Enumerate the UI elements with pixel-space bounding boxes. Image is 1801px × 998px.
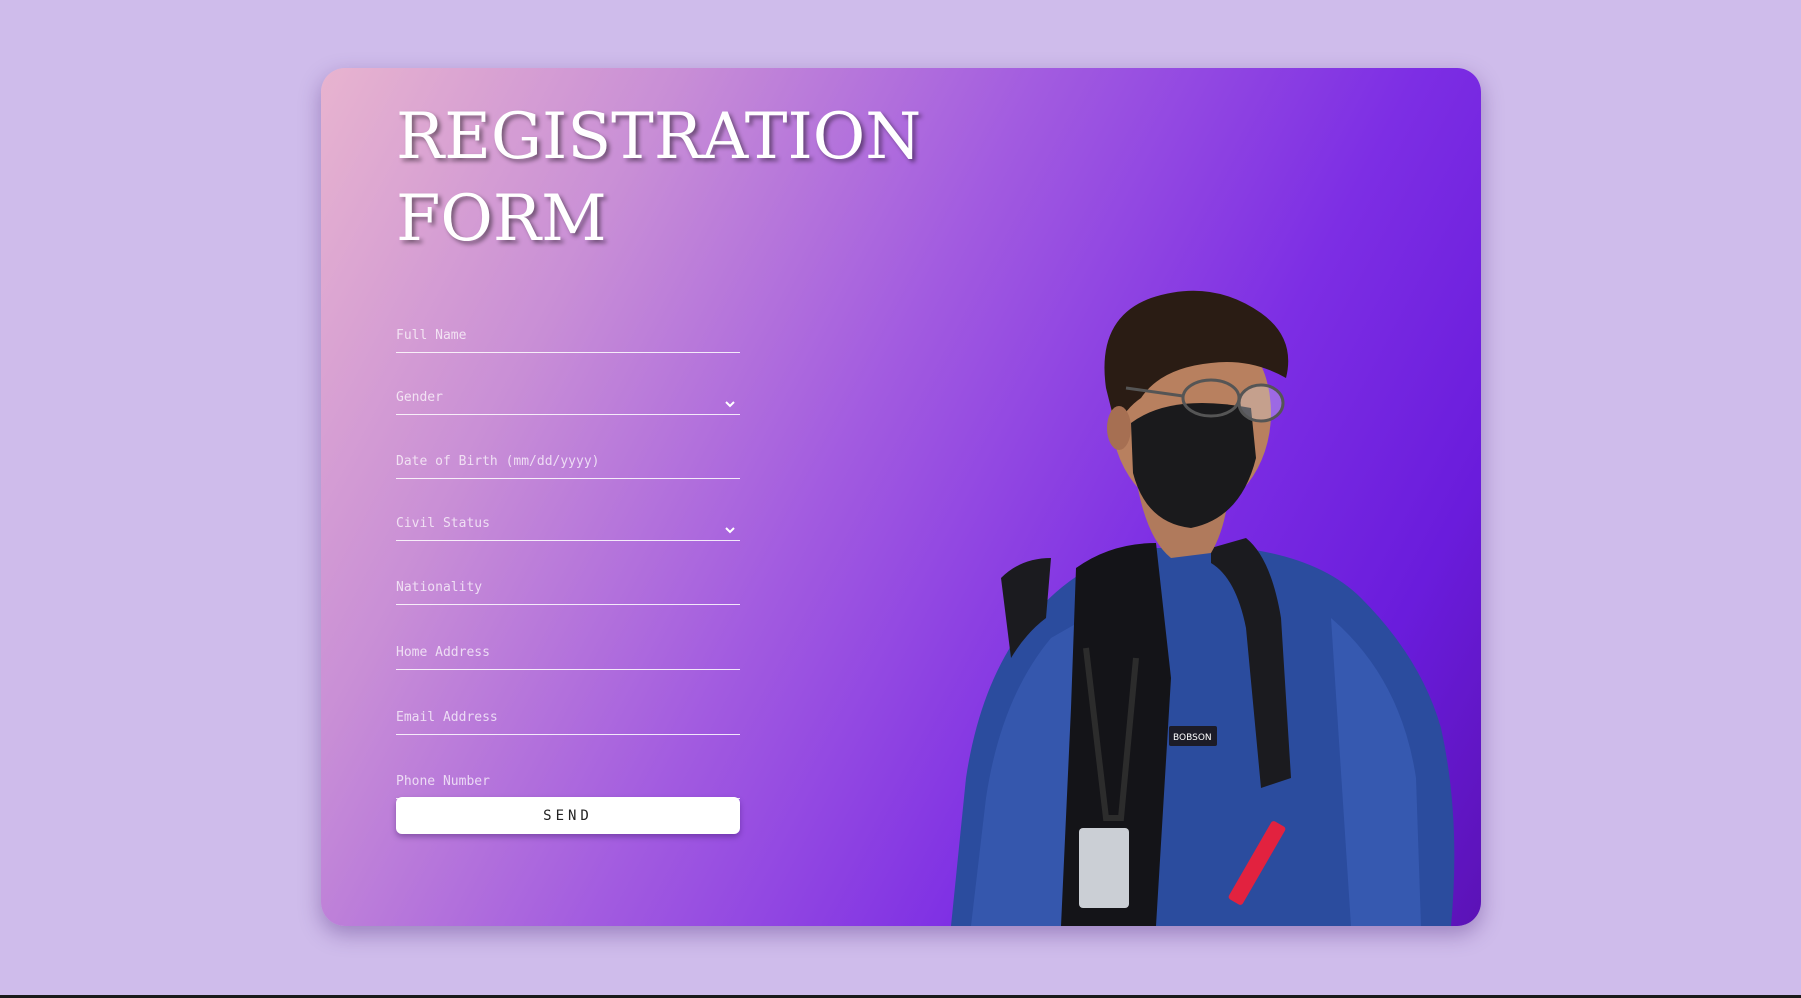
full-name-field[interactable]: Full Name xyxy=(396,322,740,353)
id-card xyxy=(1079,828,1129,908)
person-photo: BOBSON xyxy=(951,290,1455,926)
full-name-placeholder: Full Name xyxy=(396,328,467,343)
date-of-birth-field[interactable]: Date of Birth (mm/dd/yyyy) xyxy=(396,448,740,479)
chevron-down-icon xyxy=(725,401,735,408)
phone-number-placeholder: Phone Number xyxy=(396,774,490,789)
email-address-field[interactable]: Email Address xyxy=(396,704,740,735)
form-title: REGISTRATION FORM xyxy=(396,96,921,260)
title-line-1: REGISTRATION xyxy=(396,100,922,174)
home-address-placeholder: Home Address xyxy=(396,645,490,660)
send-button[interactable]: SEND xyxy=(396,797,740,834)
phone-number-field[interactable]: Phone Number xyxy=(396,768,740,799)
gender-select[interactable]: Gender xyxy=(396,384,740,415)
date-of-birth-placeholder: Date of Birth (mm/dd/yyyy) xyxy=(396,454,600,469)
civil-status-select[interactable]: Civil Status xyxy=(396,510,740,541)
gender-placeholder: Gender xyxy=(396,390,443,405)
civil-status-placeholder: Civil Status xyxy=(396,516,490,531)
email-address-placeholder: Email Address xyxy=(396,710,498,725)
jacket-patch-text: BOBSON xyxy=(1173,733,1212,743)
nationality-field[interactable]: Nationality xyxy=(396,574,740,605)
home-address-field[interactable]: Home Address xyxy=(396,639,740,670)
registration-card: REGISTRATION FORM Full Name Gender Date … xyxy=(321,68,1481,926)
title-line-2: FORM xyxy=(396,182,607,256)
nationality-placeholder: Nationality xyxy=(396,580,483,595)
chevron-down-icon xyxy=(725,527,735,534)
